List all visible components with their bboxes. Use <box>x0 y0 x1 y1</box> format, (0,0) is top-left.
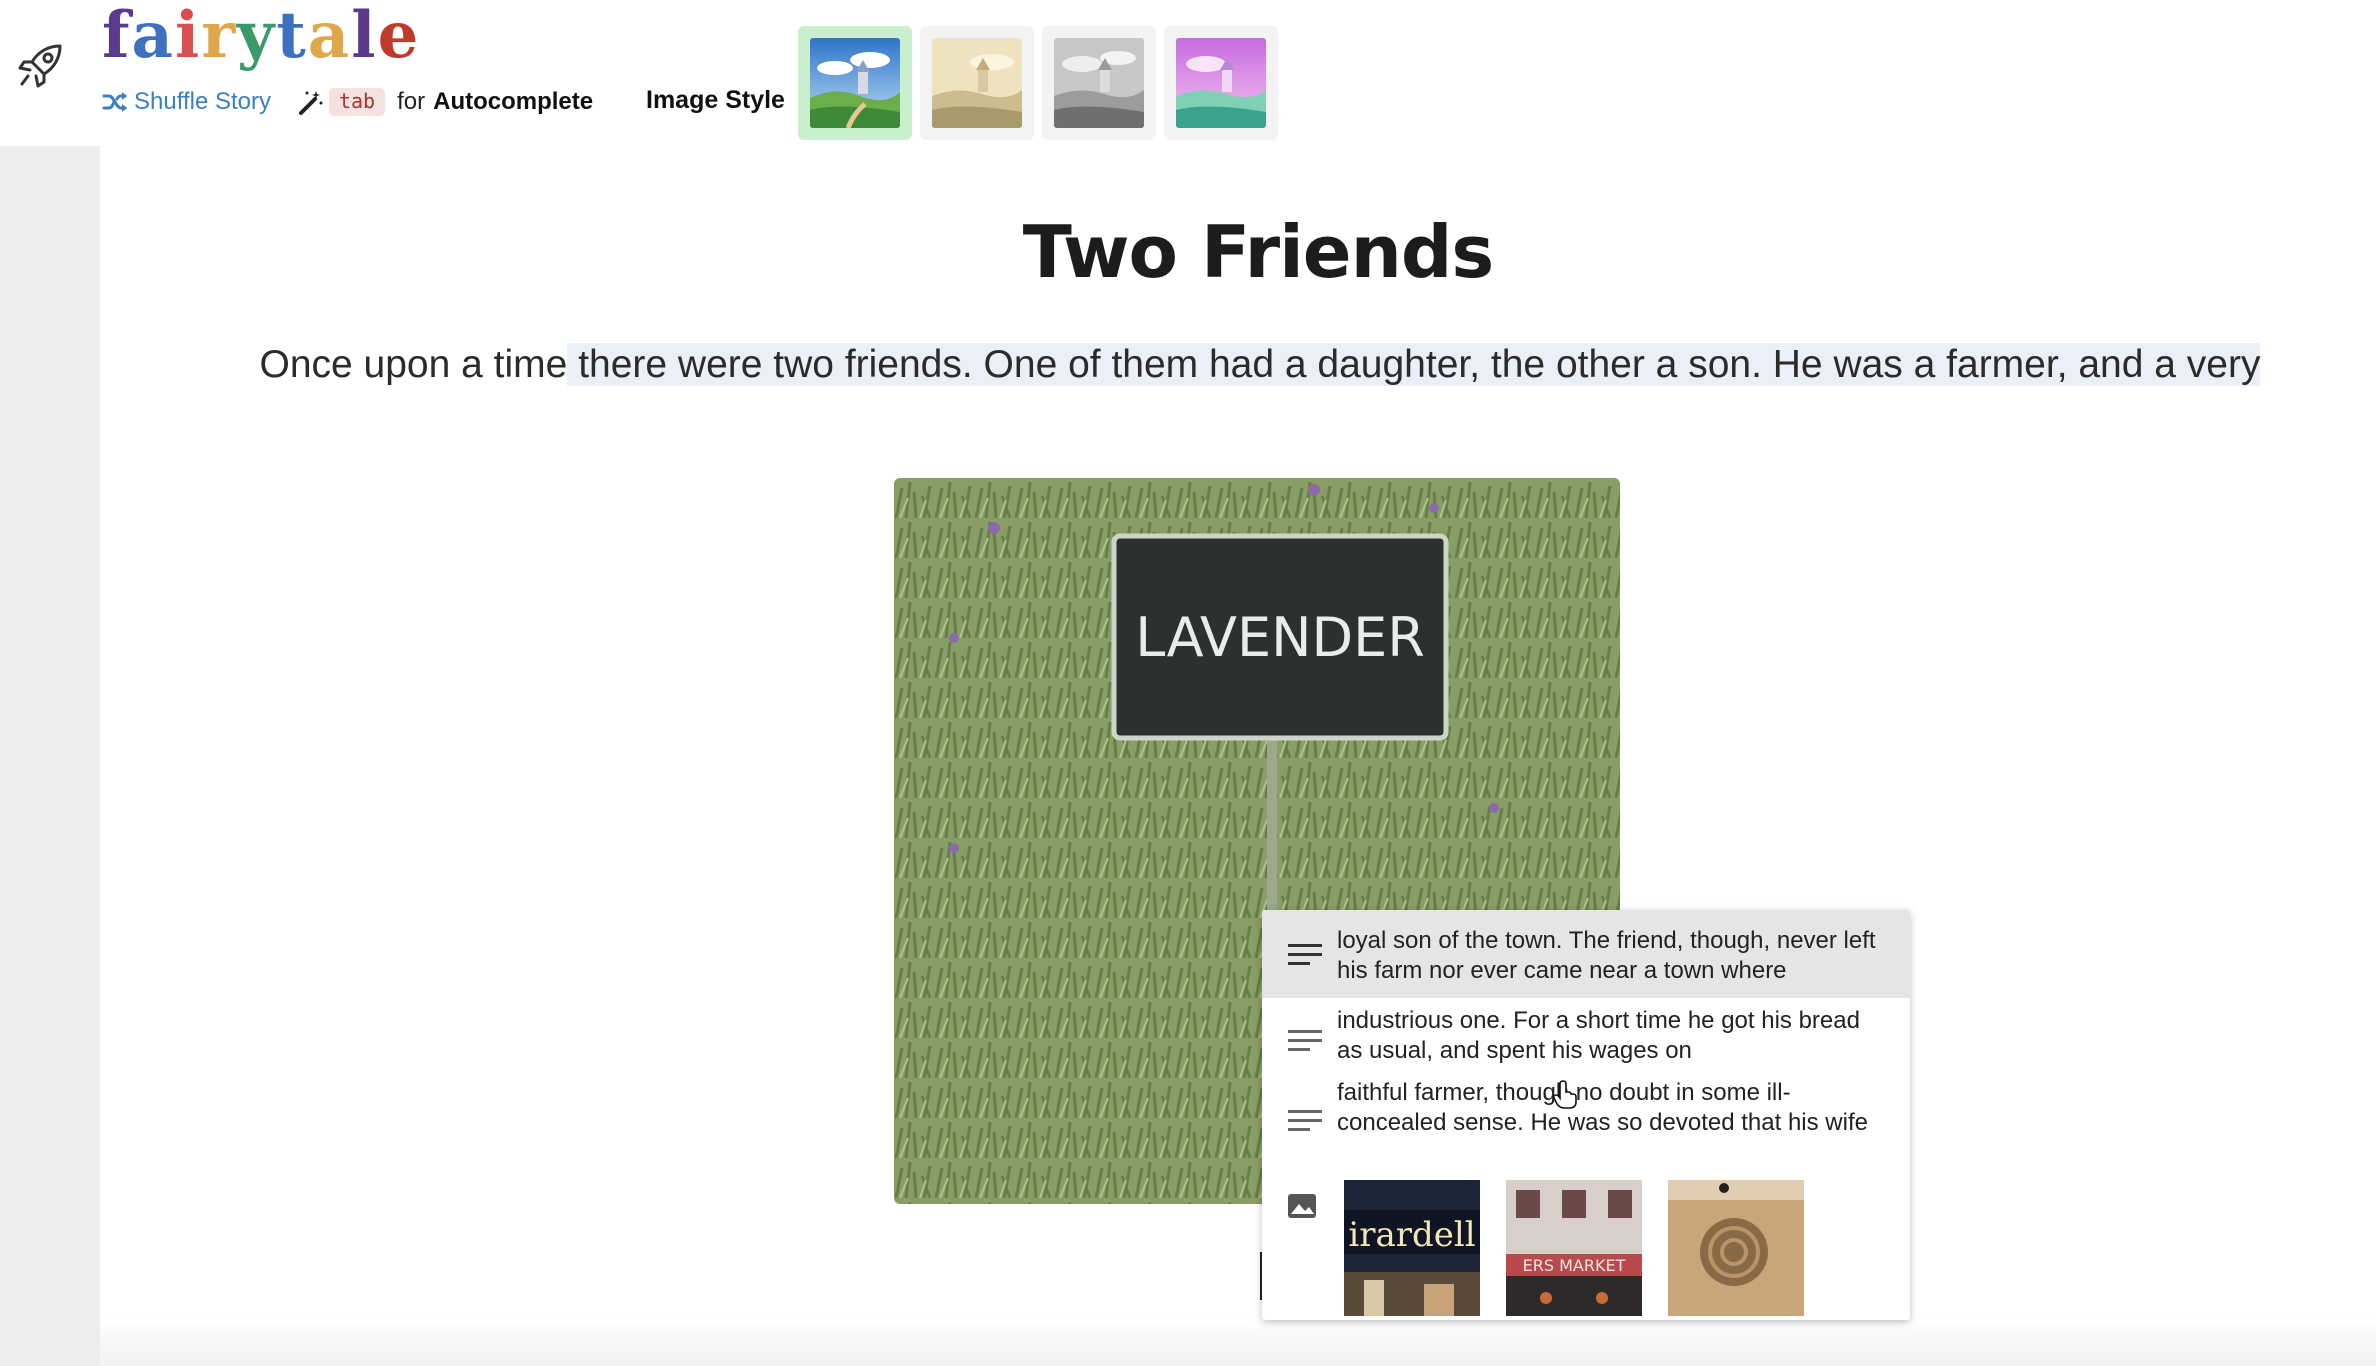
logo-letter: f <box>102 0 132 73</box>
logo-letter: e <box>377 0 421 73</box>
suggestion-item[interactable]: industrious one. For a short time he got… <box>1262 998 1910 1076</box>
rocket-icon[interactable] <box>16 40 66 90</box>
hand-cursor-icon <box>1552 1080 1577 1109</box>
left-sidebar-strip <box>0 146 100 1366</box>
logo-letter: t <box>276 0 308 73</box>
image-option-text: ERS MARKET <box>1523 1256 1626 1275</box>
style-option-grayscale[interactable] <box>1042 26 1156 140</box>
suggestion-text: faithful farmer, though no doubt in some… <box>1337 1079 1868 1136</box>
story-prefix: Once upon a time <box>259 343 568 386</box>
logo-letter: y <box>237 0 277 73</box>
logo-letter: a <box>307 0 352 73</box>
image-option-market[interactable]: ERS MARKET <box>1506 1180 1642 1316</box>
grayscale-landscape-thumbnail <box>1054 38 1144 128</box>
story-text[interactable]: Once upon a time there were two friends.… <box>230 334 2290 396</box>
toolbar-row: Shuffle Story tab for Autocomplete <box>102 84 593 120</box>
shuffle-story-label: Shuffle Story <box>134 88 271 115</box>
suggestion-text: loyal son of the town. The friend, thoug… <box>1337 927 1876 984</box>
sepia-landscape-thumbnail <box>932 38 1022 128</box>
fairytale-logo[interactable]: fairytale <box>102 0 420 76</box>
for-label: for <box>397 88 426 115</box>
logo-letter: r <box>201 0 238 73</box>
autocomplete-label: Autocomplete <box>433 88 594 115</box>
suggestion-item[interactable]: loyal son of the town. The friend, thoug… <box>1262 910 1910 998</box>
image-option-hay-bale[interactable] <box>1668 1180 1804 1316</box>
image-icon <box>1288 1194 1316 1218</box>
image-suggestions-row: irardell ERS MARKET <box>1262 1166 1910 1320</box>
bottom-shade <box>100 1318 2376 1366</box>
text-lines-icon <box>1288 1110 1322 1131</box>
text-lines-icon <box>1288 944 1322 965</box>
image-option-ghirardelli[interactable]: irardell <box>1344 1180 1480 1316</box>
suggestion-item[interactable]: faithful farmer, though no doubt in some… <box>1262 1076 1910 1166</box>
text-lines-icon <box>1288 1030 1322 1051</box>
story-generated-text: there were two friends. One of them had … <box>567 343 2261 386</box>
style-option-pastel[interactable] <box>1164 26 1278 140</box>
logo-letter: a <box>131 0 175 73</box>
color-landscape-thumbnail <box>810 38 900 128</box>
pastel-landscape-thumbnail <box>1176 38 1266 128</box>
story-title[interactable]: Two Friends <box>0 210 2376 294</box>
image-style-label: Image Style <box>646 86 785 114</box>
style-option-sepia[interactable] <box>920 26 1034 140</box>
logo-letter: l <box>351 0 378 73</box>
lavender-sign-text: LAVENDER <box>1135 606 1425 669</box>
logo-letter: i <box>175 0 202 73</box>
style-option-color[interactable] <box>798 26 912 140</box>
tab-key-badge: tab <box>328 88 386 116</box>
suggestion-text: industrious one. For a short time he got… <box>1337 1007 1860 1064</box>
autocomplete-popup: loyal son of the town. The friend, thoug… <box>1262 910 1910 1320</box>
magic-wand-icon <box>298 91 323 115</box>
shuffle-icon <box>102 92 127 112</box>
shuffle-story-button[interactable]: Shuffle Story <box>102 88 271 116</box>
image-option-text: irardell <box>1348 1215 1475 1255</box>
autocomplete-hint: tab for Autocomplete <box>297 88 593 116</box>
